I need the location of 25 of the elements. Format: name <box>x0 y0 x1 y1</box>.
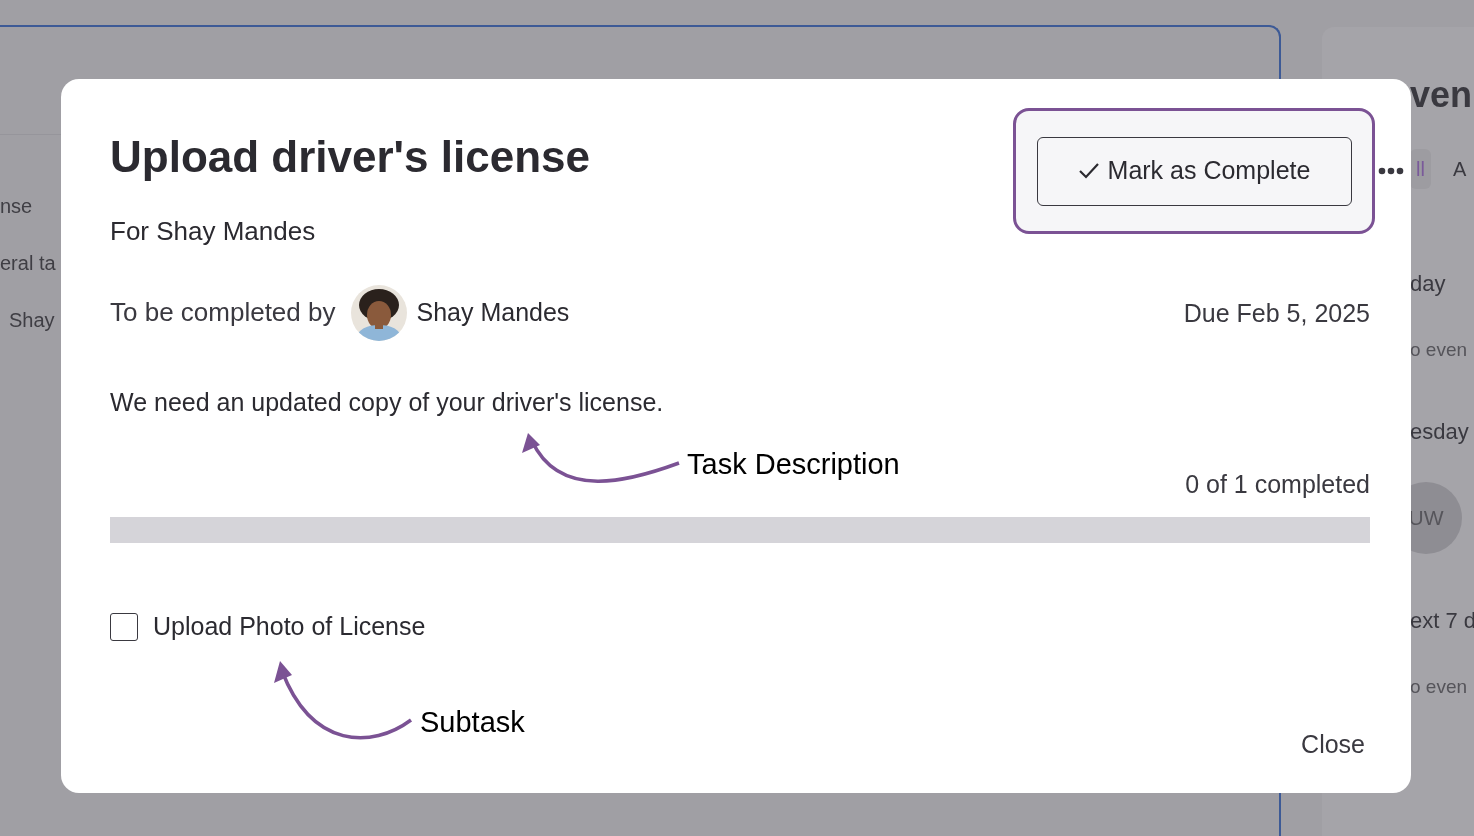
annotation-label: Subtask <box>420 705 525 740</box>
close-button[interactable]: Close <box>1301 726 1365 764</box>
due-date: Due Feb 5, 2025 <box>1183 298 1370 330</box>
task-description: We need an updated copy of your driver's license. <box>110 386 665 417</box>
empty-message: o even <box>1410 338 1469 362</box>
list-item-text: Shay <box>9 308 55 333</box>
more-options-icon[interactable] <box>1378 167 1404 175</box>
section-title: esday <box>1410 417 1470 446</box>
mark-complete-button[interactable]: Mark as Complete <box>1036 136 1352 206</box>
list-item-text: eral ta <box>0 251 56 276</box>
section-title: day <box>1410 270 1447 298</box>
section-title: ext 7 d <box>1410 606 1474 635</box>
subtask-label: Upload Photo of License <box>153 610 426 642</box>
empty-message: o even <box>1410 674 1469 699</box>
checkbox[interactable] <box>110 612 138 641</box>
annotation-label: Task Description <box>687 447 900 482</box>
panel-heading: ven <box>1410 73 1474 117</box>
dialog-subtitle: For Shay Mandes <box>110 214 317 247</box>
checkmark-icon <box>1077 162 1100 180</box>
list-item-text: nse <box>0 194 33 219</box>
progress-label: 0 of 1 completed <box>1185 468 1370 499</box>
dialog-title: Upload driver's license <box>110 131 590 183</box>
assignee-name: Shay Mandes <box>416 297 570 329</box>
filter-tab[interactable]: A <box>1452 149 1467 189</box>
assignee-label: To be completed by <box>110 296 336 330</box>
